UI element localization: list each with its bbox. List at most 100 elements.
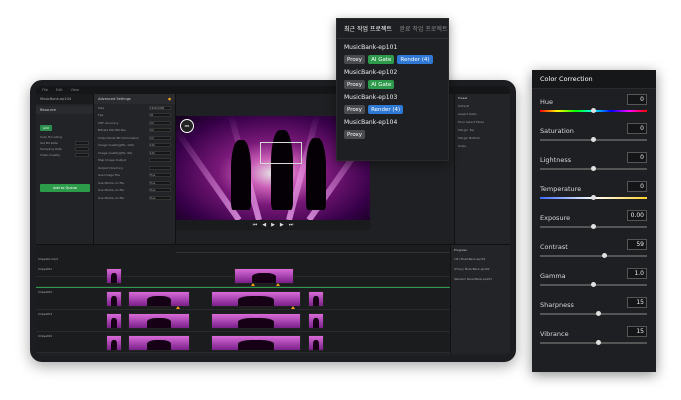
settings-row-value[interactable]: 1920x1080 <box>149 105 171 110</box>
resource-input[interactable] <box>75 153 89 157</box>
resource-input[interactable] <box>75 147 89 151</box>
progress-item[interactable]: (Render) MusicBank-ep103 <box>451 275 510 285</box>
control-slider[interactable] <box>540 282 647 287</box>
face-selection-box[interactable] <box>260 142 302 164</box>
progress-item[interactable]: (Proxy) MusicBank-ep102 <box>451 265 510 275</box>
project-item[interactable]: MusicBank-ep101 Proxy AI Gate Render (4) <box>337 39 448 64</box>
control-slider[interactable] <box>540 311 647 316</box>
progress-item[interactable]: (41) MusicBank-ep101 <box>451 255 510 265</box>
control-value-input[interactable]: 0 <box>627 181 647 192</box>
slider-knob[interactable] <box>591 137 596 142</box>
marker-icon[interactable] <box>251 283 255 286</box>
status-chip[interactable]: Proxy <box>344 55 366 64</box>
clip-thumbnail[interactable] <box>106 313 122 329</box>
marker-icon[interactable] <box>276 283 280 286</box>
clip-thumbnail[interactable] <box>211 313 301 329</box>
control-value-input[interactable]: 15 <box>627 297 647 308</box>
status-chip[interactable]: Proxy <box>344 105 366 114</box>
preset-row[interactable]: Face Select Mode <box>455 118 510 126</box>
settings-row-value[interactable]: 0.0 <box>149 135 171 140</box>
settings-row: Size 1920x1080 <box>94 104 175 112</box>
slider-knob[interactable] <box>591 282 596 287</box>
clip-thumbnail[interactable] <box>211 335 301 351</box>
slider-knob[interactable] <box>591 166 596 171</box>
add-resource-chip[interactable]: Add <box>40 125 52 131</box>
add-to-queue-button[interactable]: Add to Queue <box>40 184 90 192</box>
preset-row[interactable]: Default <box>455 102 510 110</box>
clip-thumbnail[interactable] <box>211 291 301 307</box>
control-value-input[interactable]: 0 <box>627 94 647 105</box>
control-slider[interactable] <box>540 108 647 113</box>
clip-thumbnail[interactable] <box>106 268 122 284</box>
settings-row-label: CRF Accuracy <box>98 120 119 125</box>
skip-forward-icon[interactable]: ⏭ <box>289 222 294 228</box>
settings-row-value[interactable]: True <box>149 195 171 200</box>
clip-thumbnail[interactable] <box>128 313 190 329</box>
control-value-input[interactable]: 0.00 <box>627 210 647 221</box>
clip-thumbnail[interactable] <box>308 291 324 307</box>
status-chip[interactable]: Proxy <box>344 80 366 89</box>
settings-row-value[interactable] <box>149 158 171 163</box>
control-slider[interactable] <box>540 253 647 258</box>
step-forward-icon[interactable]: ▶ <box>280 222 284 228</box>
control-slider[interactable] <box>540 137 647 142</box>
clip-thumbnail[interactable] <box>106 291 122 307</box>
clip-thumbnail[interactable] <box>128 335 190 351</box>
settings-row-value[interactable] <box>149 165 171 170</box>
control-value-input[interactable]: 15 <box>627 326 647 337</box>
preset-row[interactable]: Margin Top <box>455 126 510 134</box>
tab-completed-projects[interactable]: 완료 작업 프로젝트 <box>393 19 449 38</box>
clip-thumbnail[interactable] <box>128 291 190 307</box>
control-value-input[interactable]: 1.0 <box>627 268 647 279</box>
control-slider[interactable] <box>540 195 647 200</box>
preset-row[interactable]: Margin Bottom <box>455 134 510 142</box>
control-saturation: Saturation 0 <box>532 118 656 147</box>
control-slider[interactable] <box>540 224 647 229</box>
project-item[interactable]: MusicBank-ep102 Proxy AI Gate <box>337 64 448 89</box>
status-chip[interactable]: Render (4) <box>397 55 433 64</box>
status-chip[interactable]: Proxy <box>344 130 366 139</box>
play-icon[interactable]: ▶ <box>271 222 275 228</box>
status-chip[interactable]: Render (4) <box>368 105 404 114</box>
preset-row[interactable]: Aspect Ratio <box>455 110 510 118</box>
settings-row-value[interactable]: 100 <box>149 150 171 155</box>
slider-knob[interactable] <box>596 311 602 316</box>
settings-row-value[interactable]: 30 <box>149 113 171 118</box>
settings-row-value[interactable]: True <box>149 188 171 193</box>
marker-icon[interactable] <box>291 306 295 309</box>
clip-thumbnail[interactable] <box>234 268 294 284</box>
resource-input[interactable] <box>75 141 89 145</box>
control-value-input[interactable]: 59 <box>627 239 647 250</box>
settings-row-value[interactable]: 0.0 <box>149 128 171 133</box>
menu-edit[interactable]: Edit <box>56 88 63 92</box>
settings-row-value[interactable]: True <box>149 173 171 178</box>
menu-view[interactable]: View <box>71 88 79 92</box>
marker-icon[interactable] <box>176 306 180 309</box>
settings-row-value[interactable]: 100 <box>149 143 171 148</box>
slider-knob[interactable] <box>601 253 607 258</box>
slider-knob[interactable] <box>596 340 602 345</box>
clip-thumbnail[interactable] <box>308 335 324 351</box>
tab-recent-projects[interactable]: 최근 작업 프로젝트 <box>337 19 393 38</box>
settings-row-value[interactable]: True <box>149 180 171 185</box>
control-value-input[interactable]: 0 <box>627 123 647 134</box>
clip-thumbnail[interactable] <box>308 313 324 329</box>
menu-file[interactable]: File <box>42 88 48 92</box>
slider-knob[interactable] <box>591 195 596 200</box>
control-slider[interactable] <box>540 340 647 345</box>
status-chip[interactable]: AI Gate <box>368 55 395 64</box>
slider-knob[interactable] <box>591 224 596 229</box>
clip-thumbnail[interactable] <box>106 335 122 351</box>
settings-row-value[interactable]: 0.0 <box>149 120 171 125</box>
slider-knob[interactable] <box>591 108 596 113</box>
project-item[interactable]: MusicBank-ep103 Proxy Render (4) <box>337 89 448 114</box>
timeline-ruler[interactable] <box>176 247 450 253</box>
step-back-icon[interactable]: ◀ <box>262 222 266 228</box>
skip-back-icon[interactable]: ⏮ <box>253 222 258 228</box>
status-chip[interactable]: AI Gate <box>368 80 395 89</box>
preset-row[interactable]: Scale <box>455 142 510 150</box>
control-slider[interactable] <box>540 166 647 171</box>
project-status-chips: Proxy <box>344 130 442 139</box>
control-value-input[interactable]: 0 <box>627 152 647 163</box>
project-item[interactable]: MusicBank-ep104 Proxy <box>337 114 448 139</box>
